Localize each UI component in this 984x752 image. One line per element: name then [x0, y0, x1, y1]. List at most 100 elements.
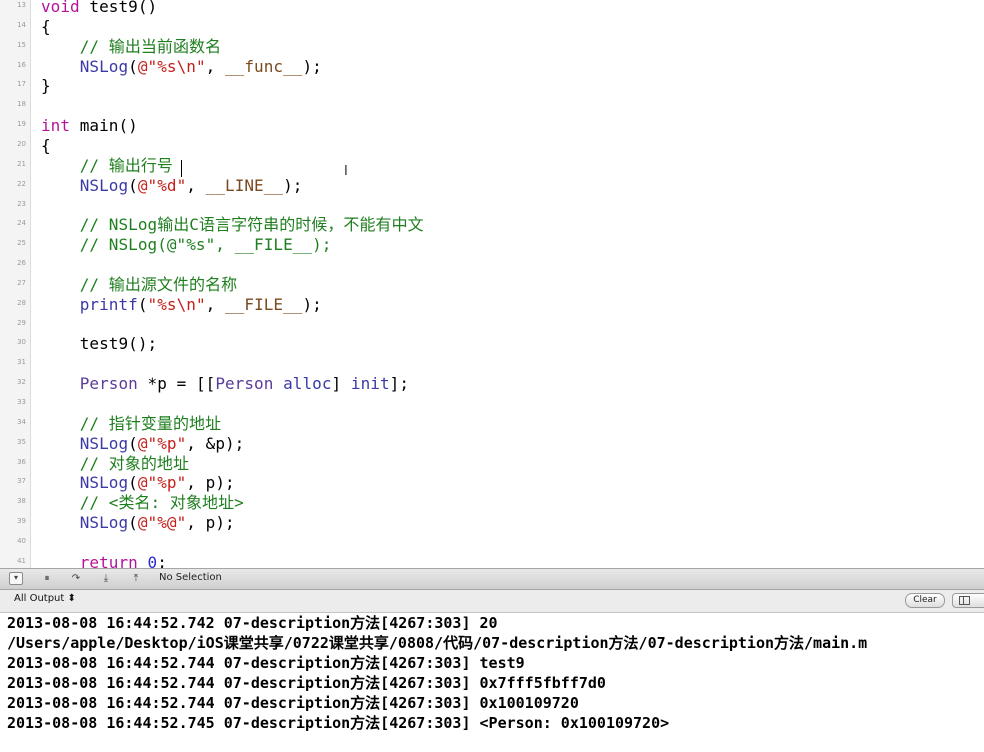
code-token: );: [302, 294, 322, 314]
code-line: 34 // 指针变量的地址: [0, 414, 984, 434]
code-token: // NSLog输出C语言字符串的时候，不能有中文: [41, 215, 424, 235]
console-output[interactable]: 2013-08-08 16:44:52.742 07-description方法…: [0, 613, 984, 752]
code-line: 19 int main(): [0, 116, 984, 136]
code-line: 16 NSLog(@"%s\n", __func__);: [0, 57, 984, 77]
console-line: 2013-08-08 16:44:52.745 07-description方法…: [7, 714, 670, 732]
code-token: ,: [205, 294, 226, 314]
code-line: 32 Person *p = [[Person alloc] init];: [0, 374, 984, 394]
code-token: {: [41, 135, 51, 155]
code-text: test9();: [41, 334, 157, 354]
step-over-icon[interactable]: ↷: [67, 571, 85, 586]
line-number: 36: [17, 457, 26, 466]
code-line: 24 // NSLog输出C语言字符串的时候，不能有中文: [0, 215, 984, 235]
line-number: 38: [17, 497, 26, 506]
step-out-icon[interactable]: ⤒: [127, 571, 145, 586]
code-token: ,: [205, 56, 225, 76]
code-text: return 0;: [41, 553, 167, 568]
code-line: 40: [0, 533, 984, 553]
code-token: ,: [186, 175, 206, 195]
code-token: @"%s\n": [137, 56, 206, 76]
pause-icon[interactable]: ⏸: [38, 571, 56, 586]
line-number: 37: [17, 477, 26, 486]
line-number: 24: [17, 219, 26, 228]
code-token: (: [137, 294, 148, 314]
code-text: {: [41, 17, 51, 37]
code-token: return: [79, 552, 138, 568]
code-token: , p);: [186, 513, 235, 533]
code-line: 41 return 0;: [0, 553, 984, 568]
output-filter-select[interactable]: All Output ⬍: [14, 593, 76, 604]
selection-label: No Selection: [159, 572, 222, 583]
line-number: 31: [17, 358, 26, 367]
text-caret: [181, 160, 182, 177]
line-number: 27: [17, 278, 26, 287]
code-text: printf("%s\n", __FILE__);: [41, 295, 322, 315]
code-token: // 指针变量的地址: [41, 413, 222, 433]
code-line: 21 // 输出行号: [0, 156, 984, 176]
code-line: 38 // <类名: 对象地址>: [0, 493, 984, 513]
code-token: NSLog: [79, 433, 129, 453]
code-line: 30 test9();: [0, 334, 984, 354]
code-text: NSLog(@"%d", __LINE__);: [41, 175, 303, 196]
code-token: // 输出当前函数名: [41, 36, 222, 56]
code-text: NSLog(@"%s\n", __func__);: [41, 57, 322, 77]
code-token: // 对象的地址: [41, 453, 190, 473]
code-token: , p);: [186, 473, 235, 493]
code-text: NSLog(@"%p", p);: [41, 473, 235, 493]
line-number: 28: [17, 298, 26, 307]
code-token: __func__: [225, 56, 303, 76]
code-token: , &p);: [186, 433, 245, 453]
code-lines: 13 void test9() 14{15 // 输出当前函数名 16 NSLog(@…: [0, 0, 984, 568]
console-line: 2013-08-08 16:44:52.744 07-description方法…: [7, 674, 606, 692]
line-number: 13: [17, 1, 26, 9]
clear-button[interactable]: Clear: [905, 593, 945, 608]
code-token: alloc: [283, 374, 332, 394]
code-line: 33: [0, 394, 984, 414]
code-text: // 输出行号: [41, 156, 173, 176]
console-line: 2013-08-08 16:44:52.744 07-description方法…: [7, 694, 579, 712]
line-number: 35: [17, 437, 26, 446]
line-number: 14: [17, 20, 26, 29]
console-layout-icon[interactable]: [952, 593, 984, 608]
code-token: init: [350, 374, 390, 394]
code-line: 31: [0, 354, 984, 374]
code-line: 35 NSLog(@"%p", &p);: [0, 434, 984, 454]
code-token: (: [128, 56, 138, 76]
line-number: 16: [17, 60, 26, 69]
line-number: 25: [17, 239, 26, 248]
code-text: // NSLog(@"%s", __FILE__);: [41, 235, 332, 255]
code-token: );: [283, 175, 303, 195]
code-text: // 输出当前函数名: [41, 37, 221, 57]
code-text: {: [41, 136, 51, 156]
code-token: (: [128, 175, 138, 195]
code-editor[interactable]: 13 void test9() 14{15 // 输出当前函数名 16 NSLog(@…: [0, 0, 984, 568]
console-line: 2013-08-08 16:44:52.744 07-description方法…: [7, 654, 525, 672]
line-number: 22: [17, 179, 26, 188]
code-text: }: [41, 76, 51, 96]
code-token: }: [41, 76, 51, 96]
code-line: 14 {: [0, 17, 984, 37]
line-number: 17: [17, 80, 26, 89]
code-token: (: [128, 473, 138, 493]
code-token: // 输出行号: [41, 155, 173, 175]
hide-debug-area-icon[interactable]: ▾: [9, 572, 23, 585]
code-token: NSLog: [79, 56, 129, 76]
code-line: 27 // 输出源文件的名称: [0, 275, 984, 295]
line-number: 33: [17, 398, 26, 406]
console-line: /Users/apple/Desktop/iOS课堂共享/0722课堂共享/08…: [7, 634, 868, 652]
step-into-icon[interactable]: ⤓: [97, 571, 115, 586]
code-token: printf: [79, 294, 138, 314]
code-token: test9(): [79, 0, 158, 16]
code-line: 17}: [0, 76, 984, 96]
line-number: 19: [17, 120, 26, 129]
debug-toolbar: ▾ ⏸ ↷ ⤓ ⤒ No Selection: [0, 568, 984, 590]
code-token: {: [41, 16, 51, 36]
code-token: NSLog: [79, 175, 129, 195]
code-text: // NSLog输出C语言字符串的时候，不能有中文: [41, 215, 424, 235]
code-token: "%s\n": [147, 294, 206, 314]
code-line: 28 printf("%s\n", __FILE__);: [0, 295, 984, 315]
